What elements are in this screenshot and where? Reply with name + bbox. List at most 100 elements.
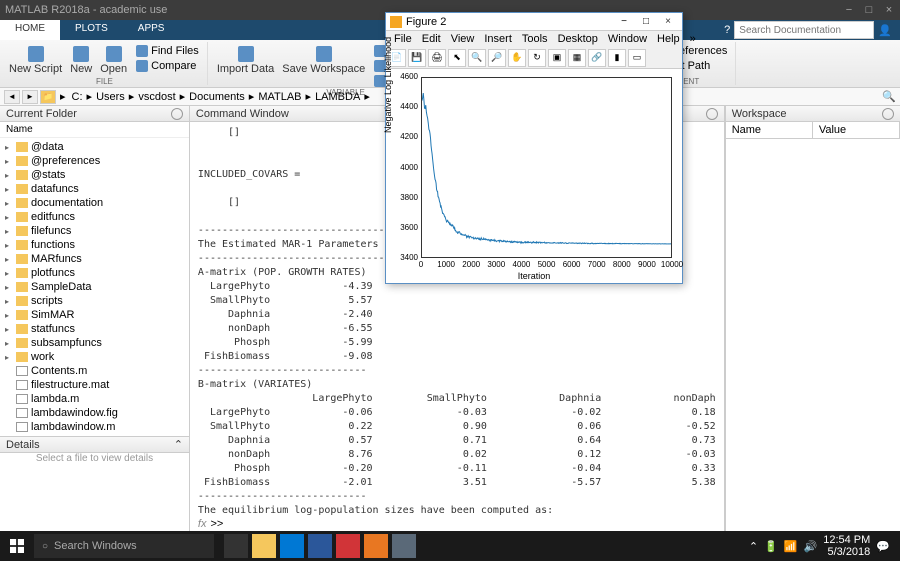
folder-item[interactable]: ▸SimMAR bbox=[2, 308, 187, 322]
figure-menu-edit[interactable]: Edit bbox=[418, 33, 445, 45]
folder-item[interactable]: ▸scripts bbox=[2, 294, 187, 308]
login-icon[interactable]: 👤 bbox=[878, 24, 892, 37]
tray-chevron-icon[interactable]: ⌃ bbox=[749, 540, 758, 553]
find-files-button[interactable]: Find Files bbox=[132, 44, 203, 58]
taskbar-search[interactable]: ○ Search Windows bbox=[34, 534, 214, 558]
figure-window[interactable]: Figure 2 − □ × File Edit View Insert Too… bbox=[385, 12, 683, 284]
link-icon[interactable]: 🔗 bbox=[588, 49, 606, 67]
figure-menu-help[interactable]: Help bbox=[653, 33, 684, 45]
save-figure-icon[interactable]: 💾 bbox=[408, 49, 426, 67]
folder-item[interactable]: ▸editfuncs bbox=[2, 210, 187, 224]
folder-item[interactable]: ▸subsampfuncs bbox=[2, 336, 187, 350]
path-segment[interactable]: C: bbox=[70, 91, 85, 103]
save-workspace-button[interactable]: Save Workspace bbox=[279, 44, 368, 88]
folder-item[interactable]: ▸MARfuncs bbox=[2, 252, 187, 266]
figure-menu-more-icon[interactable]: » bbox=[686, 33, 700, 45]
compare-button[interactable]: Compare bbox=[132, 59, 203, 73]
folder-item[interactable]: Contents.m bbox=[2, 364, 187, 378]
figure-menu-window[interactable]: Window bbox=[604, 33, 651, 45]
back-button[interactable]: ◄ bbox=[4, 90, 20, 104]
minimize-button[interactable]: − bbox=[843, 4, 855, 16]
figure-close-button[interactable]: × bbox=[658, 15, 678, 29]
panel-menu-icon[interactable] bbox=[882, 108, 894, 120]
task-view-icon[interactable] bbox=[224, 534, 248, 558]
path-segment[interactable]: vscdost bbox=[136, 91, 177, 103]
word-icon[interactable] bbox=[308, 534, 332, 558]
pointer-icon[interactable]: ⬉ bbox=[448, 49, 466, 67]
shield-icon[interactable] bbox=[336, 534, 360, 558]
matlab-icon[interactable] bbox=[364, 534, 388, 558]
data-cursor-icon[interactable]: ▣ bbox=[548, 49, 566, 67]
notifications-icon[interactable]: 💬 bbox=[876, 540, 890, 553]
tab-plots[interactable]: PLOTS bbox=[60, 20, 123, 40]
tab-apps[interactable]: APPS bbox=[123, 20, 180, 40]
folder-item[interactable]: ▸datafuncs bbox=[2, 182, 187, 196]
brush-icon[interactable]: ▦ bbox=[568, 49, 586, 67]
path-segment[interactable]: Documents bbox=[187, 91, 247, 103]
maximize-button[interactable]: □ bbox=[863, 4, 875, 16]
command-prompt[interactable]: fx>> bbox=[190, 516, 724, 532]
close-button[interactable]: × bbox=[883, 4, 895, 16]
details-collapse-icon[interactable]: ⌃ bbox=[174, 438, 183, 451]
up-folder-button[interactable]: 📁 bbox=[40, 90, 56, 104]
ws-value-header[interactable]: Value bbox=[813, 122, 900, 138]
new-button[interactable]: New bbox=[67, 44, 95, 77]
folder-item[interactable]: lambdawindow.fig bbox=[2, 406, 187, 420]
path-segment[interactable]: MATLAB bbox=[256, 91, 303, 103]
path-segment[interactable]: Users bbox=[94, 91, 127, 103]
folder-item[interactable]: filestructure.mat bbox=[2, 378, 187, 392]
tray-volume-icon[interactable]: 🔊 bbox=[804, 540, 818, 553]
tray-wifi-icon[interactable]: 📶 bbox=[784, 540, 798, 553]
outlook-icon[interactable] bbox=[280, 534, 304, 558]
folder-item[interactable]: ▸functions bbox=[2, 238, 187, 252]
folder-item[interactable]: ▸@data bbox=[2, 140, 187, 154]
pan-icon[interactable]: ✋ bbox=[508, 49, 526, 67]
folder-item[interactable]: ▸SampleData bbox=[2, 280, 187, 294]
tab-home[interactable]: HOME bbox=[0, 20, 60, 40]
figure-menu-tools[interactable]: Tools bbox=[518, 33, 552, 45]
folder-item[interactable]: ▸@stats bbox=[2, 168, 187, 182]
zoom-in-icon[interactable]: 🔍 bbox=[468, 49, 486, 67]
zoom-out-icon[interactable]: 🔎 bbox=[488, 49, 506, 67]
folder-item[interactable]: ▸documentation bbox=[2, 196, 187, 210]
explorer-icon[interactable] bbox=[252, 534, 276, 558]
forward-button[interactable]: ► bbox=[22, 90, 38, 104]
folder-list[interactable]: ▸@data▸@preferences▸@stats▸datafuncs▸doc… bbox=[0, 138, 189, 436]
folder-item[interactable]: lambdawindow.m bbox=[2, 420, 187, 434]
folder-item[interactable]: ▸@preferences bbox=[2, 154, 187, 168]
colorbar-icon[interactable]: ▮ bbox=[608, 49, 626, 67]
xtick: 9000 bbox=[638, 260, 656, 269]
name-column-header[interactable]: Name bbox=[0, 122, 189, 138]
folder-item[interactable]: ▸statfuncs bbox=[2, 322, 187, 336]
folder-item[interactable]: ▸plotfuncs bbox=[2, 266, 187, 280]
figure-axes[interactable]: Negative Log Likelihood Iteration 340036… bbox=[386, 69, 682, 283]
panel-menu-icon[interactable] bbox=[171, 108, 183, 120]
new-script-button[interactable]: New Script bbox=[6, 44, 65, 77]
help-icon[interactable]: ? bbox=[724, 24, 730, 36]
panel-menu-icon[interactable] bbox=[706, 108, 718, 120]
search-path-icon[interactable]: 🔍 bbox=[882, 90, 896, 103]
legend-icon[interactable]: ▭ bbox=[628, 49, 646, 67]
folder-item[interactable]: lambda.m bbox=[2, 392, 187, 406]
tray-battery-icon[interactable]: 🔋 bbox=[764, 540, 778, 553]
figure-titlebar[interactable]: Figure 2 − □ × bbox=[386, 13, 682, 31]
figure-menu-file[interactable]: File bbox=[390, 33, 416, 45]
folder-item[interactable]: ▸filefuncs bbox=[2, 224, 187, 238]
print-figure-icon[interactable]: 🖨 bbox=[428, 49, 446, 67]
import-data-button[interactable]: Import Data bbox=[214, 44, 277, 88]
figure-menu-insert[interactable]: Insert bbox=[480, 33, 516, 45]
taskbar-clock[interactable]: 12:54 PM 5/3/2018 bbox=[823, 534, 870, 558]
search-docs-input[interactable] bbox=[734, 21, 874, 39]
xtick: 7000 bbox=[588, 260, 606, 269]
folder-item[interactable]: ▸work bbox=[2, 350, 187, 364]
figure-menu-desktop[interactable]: Desktop bbox=[554, 33, 602, 45]
ws-name-header[interactable]: Name bbox=[726, 122, 813, 138]
start-button[interactable] bbox=[2, 531, 32, 561]
figure-menu-view[interactable]: View bbox=[447, 33, 479, 45]
open-button[interactable]: Open bbox=[97, 44, 130, 77]
app-icon[interactable] bbox=[392, 534, 416, 558]
figure-minimize-button[interactable]: − bbox=[614, 15, 634, 29]
rotate-icon[interactable]: ↻ bbox=[528, 49, 546, 67]
path-segment[interactable]: LAMBDA bbox=[313, 91, 362, 103]
figure-maximize-button[interactable]: □ bbox=[636, 15, 656, 29]
